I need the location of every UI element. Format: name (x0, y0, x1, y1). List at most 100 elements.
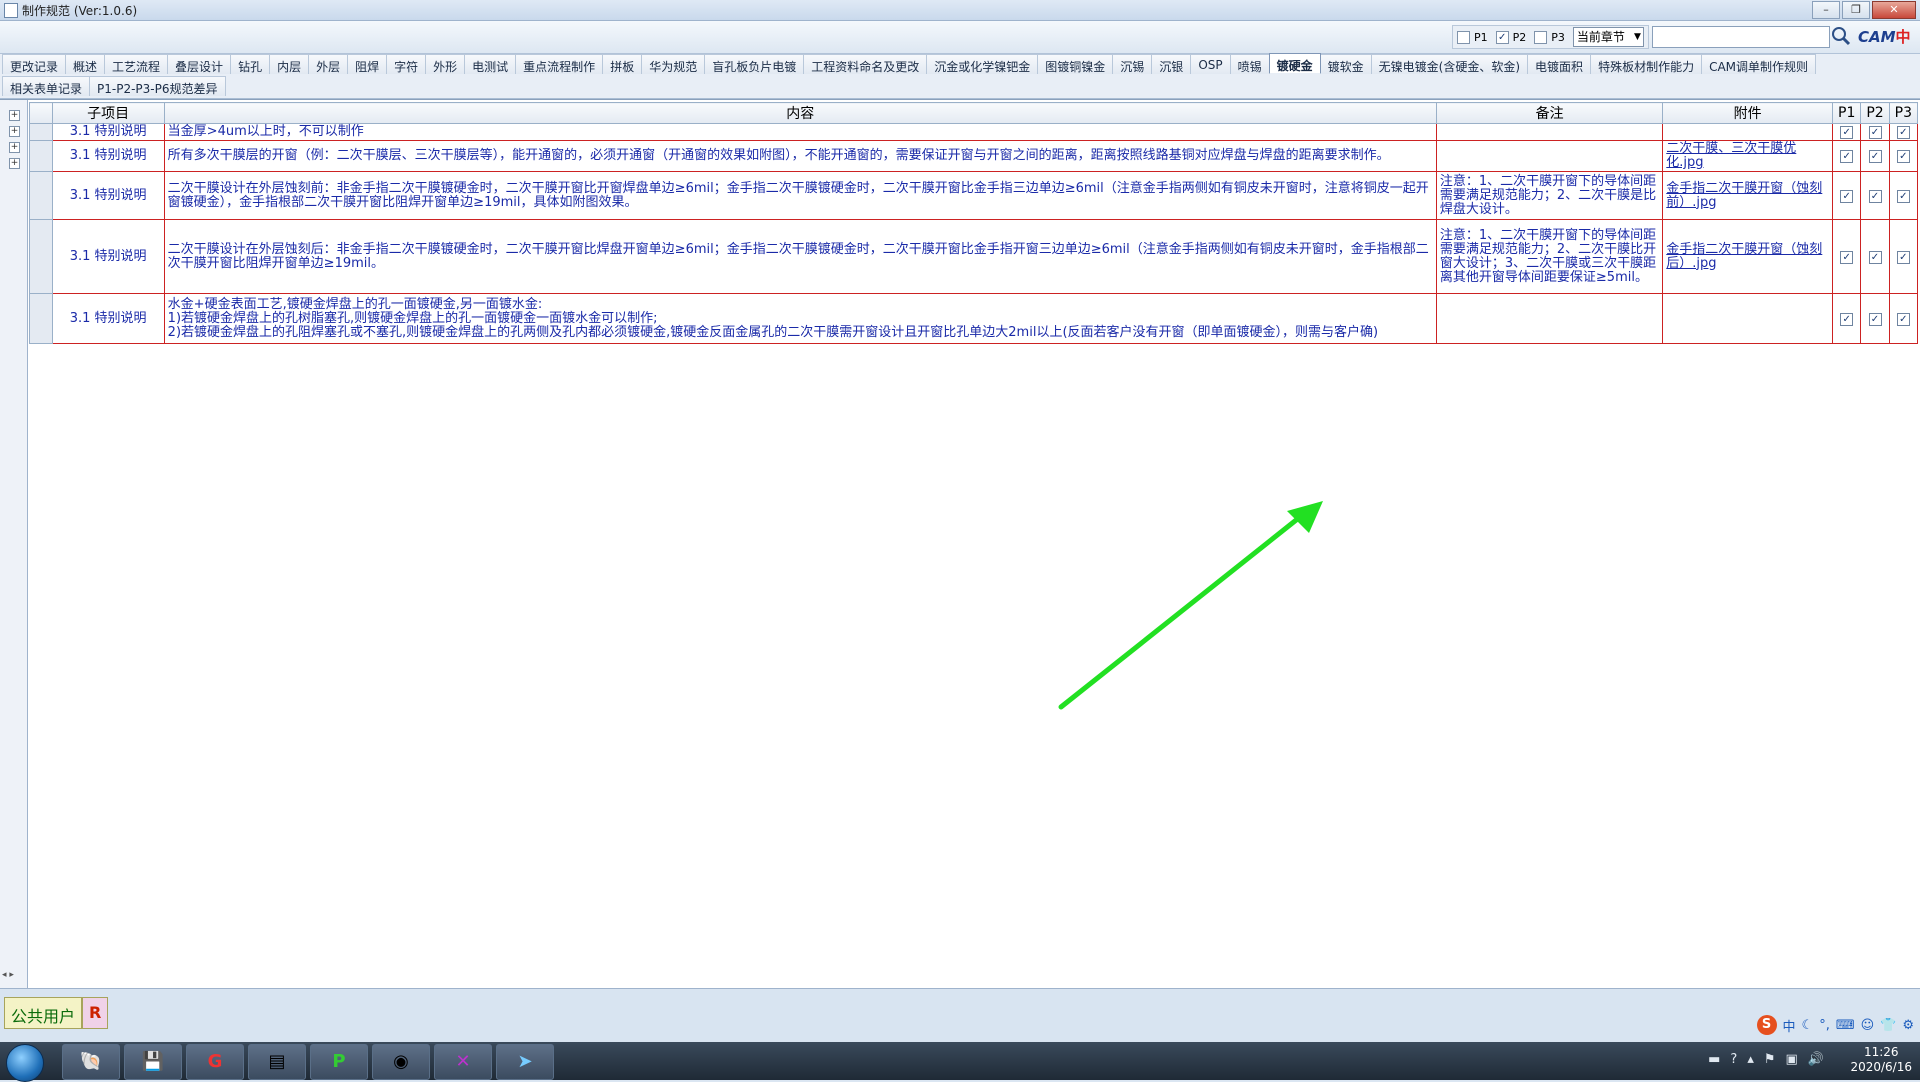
tab-row1-26[interactable]: 特殊板材制作能力 (1590, 54, 1703, 74)
tab-row1-15[interactable]: 工程资料命名及更改 (803, 54, 928, 74)
p1-checkbox[interactable]: ✓ (1840, 150, 1854, 163)
p3-checkbox[interactable]: ✓ (1896, 126, 1910, 139)
p3-checkbox[interactable]: ✓ (1896, 150, 1910, 163)
ime-user-icon[interactable]: ☺ (1861, 1018, 1875, 1033)
tab-row1-21[interactable]: 喷锡 (1229, 54, 1270, 74)
tab-row1-3[interactable]: 叠层设计 (167, 54, 232, 74)
taskbar-app-x-icon[interactable]: ✕ (434, 1044, 492, 1080)
tree-expand-icon[interactable]: + (9, 142, 20, 153)
taskbar-app-save-icon[interactable]: 💾 (124, 1044, 182, 1080)
tray-volume-icon[interactable]: 🔊 (1808, 1052, 1824, 1067)
close-button[interactable]: ✕ (1872, 1, 1916, 19)
clock[interactable]: 11:26 2020/6/16 (1850, 1045, 1912, 1075)
tab-row1-10[interactable]: 电测试 (464, 54, 517, 74)
col-header-attachment[interactable]: 附件 (1662, 102, 1834, 124)
table-row[interactable]: 3.1 特别说明 水金+硬金表面工艺,镀硬金焊盘上的孔一面镀硬金,另一面镀水金: … (29, 293, 1919, 344)
tray-help-icon[interactable]: ? (1730, 1052, 1737, 1067)
tab-row1-18[interactable]: 沉锡 (1112, 54, 1153, 74)
col-header-content[interactable]: 内容 (163, 102, 1437, 124)
tab-row1-16[interactable]: 沉金或化学镍钯金 (926, 54, 1039, 74)
ime-toolbar[interactable]: S 中 ☾ °, ⌨ ☺ 👕 ⚙ (1756, 1015, 1914, 1035)
ime-moon-icon[interactable]: ☾ (1802, 1018, 1814, 1033)
tray-arrow-icon[interactable]: ▴ (1747, 1052, 1754, 1067)
p2-checkbox[interactable]: ✓ (1868, 250, 1882, 264)
taskbar-app-eye-icon[interactable]: ◉ (372, 1044, 430, 1080)
p3-checkbox[interactable]: ✓ (1896, 312, 1910, 326)
p1-checkbox[interactable]: ✓ (1840, 126, 1854, 139)
taskbar-app-shell-icon[interactable]: 🐚 (62, 1044, 120, 1080)
tray-keyboard-icon[interactable]: ▬ (1708, 1052, 1720, 1067)
search-input[interactable] (1652, 26, 1830, 48)
search-icon[interactable] (1830, 25, 1852, 47)
ime-keyboard-icon[interactable]: ⌨ (1836, 1018, 1855, 1033)
tab-row1-19[interactable]: 沉银 (1151, 54, 1192, 74)
sogou-ime-icon[interactable]: S (1756, 1015, 1777, 1035)
col-header-p1[interactable]: P1 (1832, 102, 1862, 124)
taskbar-app-g-icon[interactable]: G (186, 1044, 244, 1080)
ime-chinese-mode[interactable]: 中 (1783, 1016, 1796, 1035)
tab-row1-9[interactable]: 外形 (425, 54, 466, 74)
minimize-button[interactable]: – (1812, 1, 1840, 19)
tab-row1-13[interactable]: 华为规范 (641, 54, 706, 74)
start-button[interactable] (6, 1044, 44, 1082)
p1-checkbox[interactable]: ✓ (1840, 312, 1854, 326)
ime-skin-icon[interactable]: 👕 (1880, 1018, 1896, 1033)
table-row[interactable]: 3.1 特别说明 当金厚>4um以上时，不可以制作 ✓ ✓ ✓ (29, 123, 1919, 141)
tab-row1-25[interactable]: 电镀面积 (1527, 54, 1592, 74)
table-row[interactable]: 3.1 特别说明 二次干膜设计在外层蚀刻前：非金手指二次干膜镀硬金时，二次干膜开窗… (29, 171, 1919, 220)
tab-row1-20[interactable]: OSP (1190, 54, 1231, 74)
tree-expand-icon[interactable]: + (9, 158, 20, 169)
tab-row1-7[interactable]: 阻焊 (347, 54, 388, 74)
tab-row1-22[interactable]: 镀硬金 (1268, 53, 1321, 73)
p2-checkbox[interactable]: ✓ (1868, 312, 1882, 326)
taskbar-app-p-icon[interactable]: P (310, 1044, 368, 1080)
tray-network-icon[interactable]: ▣ (1786, 1052, 1798, 1067)
attachment-link[interactable]: 二次干膜、三次干膜优化.jpg (1662, 140, 1834, 172)
p3-checkbox[interactable]: ✓ (1896, 189, 1910, 203)
tab-row1-12[interactable]: 拼板 (602, 54, 643, 74)
p1-checkbox[interactable]: ✓ (1840, 250, 1854, 264)
attachment-link[interactable] (1662, 123, 1834, 141)
p1-checkbox[interactable]: ✓ (1840, 189, 1854, 203)
tab-row1-4[interactable]: 钻孔 (230, 54, 271, 74)
tree-expand-icon[interactable]: + (9, 126, 20, 137)
p2-checkbox[interactable]: ✓ (1868, 126, 1882, 139)
tab-row1-14[interactable]: 盲孔板负片电镀 (704, 54, 805, 74)
table-row[interactable]: 3.1 特别说明 所有多次干膜层的开窗（例：二次干膜层、三次干膜层等），能开通窗的… (29, 140, 1919, 172)
p3-checkbox[interactable]: ✓ (1896, 250, 1910, 264)
restore-button[interactable]: ❐ (1842, 1, 1870, 19)
attachment-link[interactable] (1662, 293, 1834, 344)
p2-checkbox[interactable]: ✓ (1868, 189, 1882, 203)
tab-row1-24[interactable]: 无镍电镀金(含硬金、软金) (1370, 54, 1529, 74)
col-header-p3[interactable]: P3 (1888, 102, 1919, 124)
horizontal-scroll-arrows[interactable]: ◂ ▸ (2, 970, 14, 980)
ime-punct-icon[interactable]: °, (1819, 1018, 1830, 1033)
tab-row1-0[interactable]: 更改记录 (2, 54, 67, 74)
attachment-link[interactable]: 金手指二次干膜开窗（蚀刻后）.jpg (1662, 219, 1834, 294)
p2-checkbox[interactable]: ✓ (1868, 150, 1882, 163)
tab-row1-11[interactable]: 重点流程制作 (515, 54, 604, 74)
tab-row2-1[interactable]: P1-P2-P3-P6规范差异 (89, 76, 226, 96)
col-header-p2[interactable]: P2 (1860, 102, 1890, 124)
ime-settings-icon[interactable]: ⚙ (1902, 1018, 1914, 1033)
tab-row1-2[interactable]: 工艺流程 (104, 54, 169, 74)
attachment-link[interactable]: 金手指二次干膜开窗（蚀刻前）.jpg (1662, 171, 1834, 220)
p1-filter-checkbox[interactable] (1457, 30, 1470, 44)
tab-row1-27[interactable]: CAM调单制作规则 (1701, 54, 1817, 74)
tab-row1-1[interactable]: 概述 (65, 54, 106, 74)
tab-row2-0[interactable]: 相关表单记录 (2, 76, 91, 96)
tray-flag-icon[interactable]: ⚑ (1764, 1052, 1776, 1067)
table-row[interactable]: 3.1 特别说明 二次干膜设计在外层蚀刻后：非金手指二次干膜镀硬金时，二次干膜开窗… (29, 219, 1919, 294)
p2-filter-checkbox[interactable]: ✓ (1495, 30, 1509, 44)
taskbar-app-arrow-icon[interactable]: ➤ (496, 1044, 554, 1080)
tree-expand-icon[interactable]: + (9, 110, 20, 121)
tab-row1-8[interactable]: 字符 (386, 54, 427, 74)
scope-select[interactable]: 当前章节 ▼ (1572, 27, 1644, 47)
tab-row1-17[interactable]: 图镀铜镍金 (1037, 54, 1114, 74)
tab-row1-5[interactable]: 内层 (269, 54, 310, 74)
tab-row1-6[interactable]: 外层 (308, 54, 349, 74)
col-header-sub[interactable]: 子项目 (51, 102, 165, 124)
p3-filter-checkbox[interactable] (1534, 30, 1548, 44)
tab-row1-23[interactable]: 镀软金 (1319, 54, 1372, 74)
taskbar-app-document-icon[interactable]: ▤ (248, 1044, 306, 1080)
